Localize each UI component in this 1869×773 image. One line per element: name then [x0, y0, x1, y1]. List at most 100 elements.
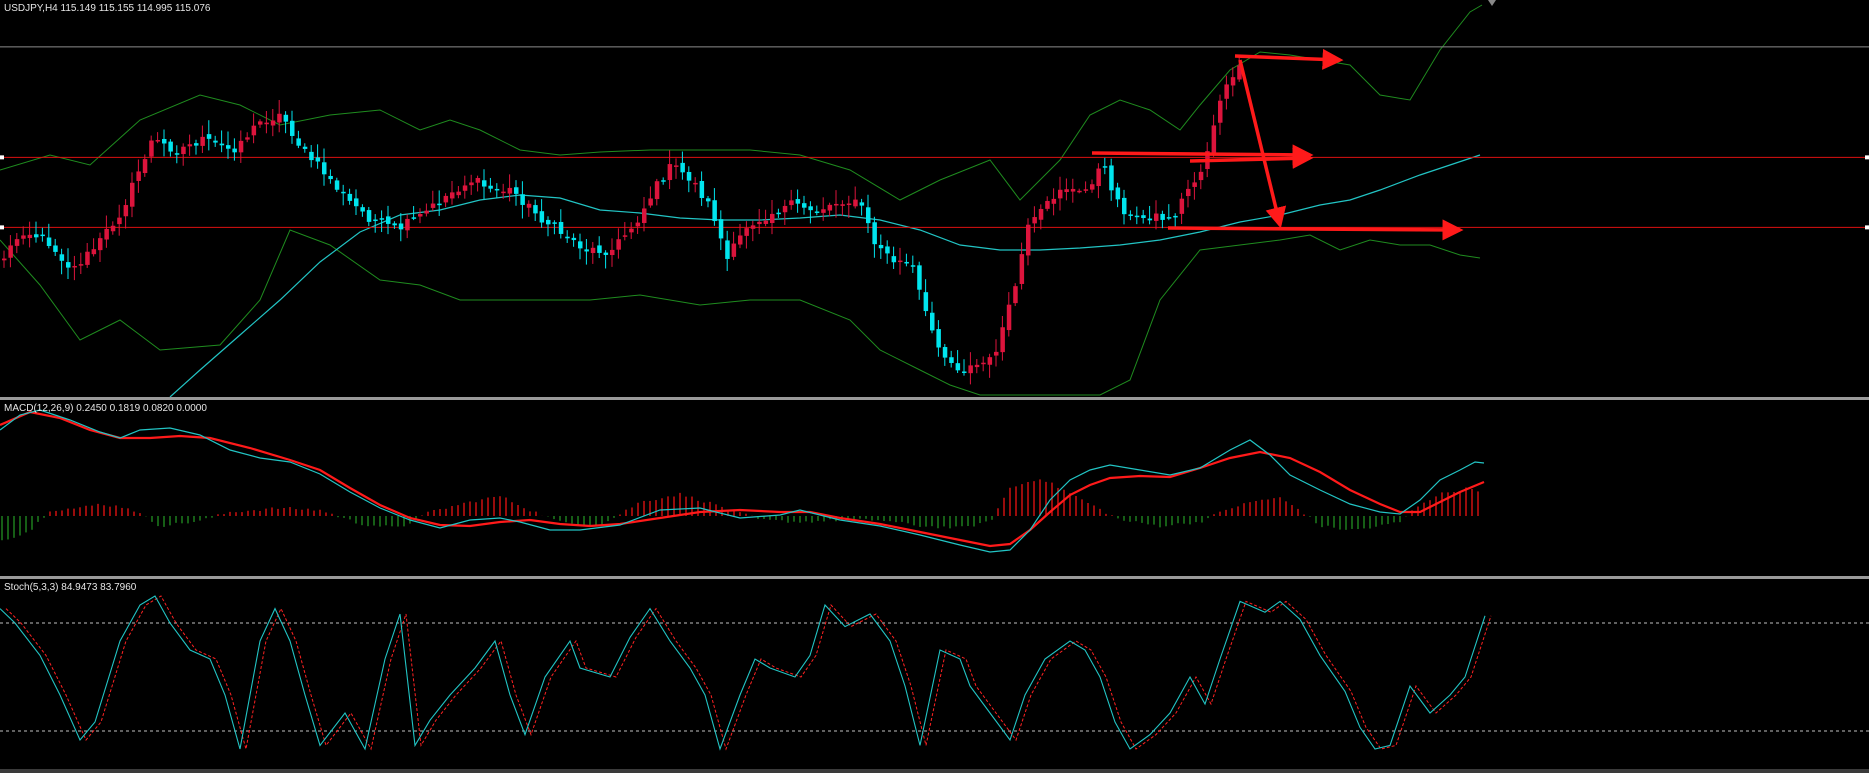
candle-body [386, 216, 391, 224]
candle-body [910, 265, 916, 267]
candle-body [110, 225, 116, 232]
candle-body [290, 120, 295, 136]
candle-body [27, 234, 33, 239]
candle-body [66, 262, 71, 268]
candle-body [411, 217, 417, 219]
macd-pane[interactable]: MACD(12,26,9) 0.2450 0.1819 0.0820 0.000… [0, 400, 1869, 576]
macd-chart[interactable] [0, 400, 1869, 576]
candle-body [674, 165, 679, 167]
candle-body [1173, 215, 1178, 218]
candle-body [846, 203, 852, 206]
candle-body [686, 171, 692, 181]
candle-body [322, 162, 327, 175]
candle-body [693, 182, 698, 185]
candle-body [1186, 188, 1191, 197]
stochastic-pane[interactable]: Stoch(5,3,3) 84.9473 83.7960 [0, 579, 1869, 773]
candle-body [789, 200, 794, 206]
level-handle-right [1865, 225, 1869, 230]
candle-body [558, 221, 564, 234]
candle-body [955, 363, 961, 371]
candle-body [130, 182, 135, 207]
candle-body [328, 175, 333, 180]
candle-body [475, 178, 481, 183]
price-chart[interactable] [0, 0, 1869, 397]
candle-body [373, 219, 378, 222]
candle-body [622, 235, 628, 237]
candle-body [661, 180, 666, 182]
candle-body [898, 260, 903, 263]
candle-body [878, 244, 884, 249]
candle-body [347, 193, 353, 201]
candle-body [1192, 182, 1197, 187]
trend-arrow [1167, 219, 1464, 241]
candle-body [1013, 286, 1018, 304]
candle-body [450, 192, 455, 199]
candle-body [1147, 218, 1153, 221]
candle-body [258, 121, 263, 125]
candle-body [962, 371, 967, 373]
candle-body [245, 137, 250, 140]
candle-body [149, 140, 154, 157]
candle-body [603, 252, 609, 255]
candle-body [936, 329, 941, 348]
candle-body [1083, 189, 1089, 191]
candle-body [706, 198, 711, 202]
candle-body [1179, 198, 1185, 214]
candle-body [808, 206, 813, 211]
candle-body [78, 264, 84, 266]
candle-body [629, 228, 634, 233]
candle-body [1128, 214, 1133, 216]
candle-body [763, 220, 769, 224]
candle-body [1122, 197, 1127, 215]
candle-body [834, 203, 839, 206]
candle-body [283, 114, 289, 122]
candle-body [520, 194, 525, 205]
candle-body [1019, 254, 1025, 284]
candle-body [533, 205, 538, 214]
candle-body [360, 207, 365, 212]
candle-body [366, 210, 372, 222]
candle-body [117, 217, 122, 225]
candle-body [1211, 125, 1217, 154]
period-separator-marker [1488, 0, 1496, 6]
level-handle-left [0, 155, 4, 160]
candle-body [718, 219, 724, 239]
candle-body [744, 228, 749, 236]
stochastic-chart[interactable] [0, 579, 1869, 773]
candle-body [187, 144, 193, 147]
candle-body [981, 362, 986, 365]
candle-body [226, 145, 231, 149]
candle-body [1096, 168, 1101, 187]
candle-body [200, 136, 205, 146]
candle-body [232, 148, 237, 153]
candle-body [610, 249, 615, 256]
candle-body [597, 245, 602, 253]
candle-body [546, 219, 551, 225]
macd-main-line [0, 410, 1485, 548]
candle-body [814, 211, 820, 213]
candle-body [680, 162, 685, 173]
candle-body [1070, 188, 1076, 192]
candle-body [168, 141, 173, 152]
candle-body [571, 237, 577, 241]
time-axis-strip [0, 769, 1869, 773]
candle-body [904, 261, 909, 264]
candle-body [1141, 215, 1146, 219]
candle-body [821, 209, 826, 213]
candle-body [1032, 217, 1037, 224]
level-handle-right [1865, 155, 1869, 160]
candle-body [123, 205, 129, 217]
candle-body [891, 256, 897, 263]
candle-body [104, 228, 109, 240]
price-header: USDJPY,H4 115.149 115.155 114.995 115.07… [4, 3, 211, 14]
candle-body [494, 188, 500, 191]
candle-body [1154, 213, 1159, 221]
candle-body [1109, 165, 1114, 191]
candle-body [2, 258, 7, 261]
price-pane[interactable]: USDJPY,H4 115.149 115.155 114.995 115.07… [0, 0, 1869, 397]
candle-body [456, 191, 461, 196]
candle-body [206, 134, 212, 139]
candle-body [302, 146, 308, 149]
candle-body [437, 203, 442, 206]
candle-body [1224, 84, 1229, 99]
